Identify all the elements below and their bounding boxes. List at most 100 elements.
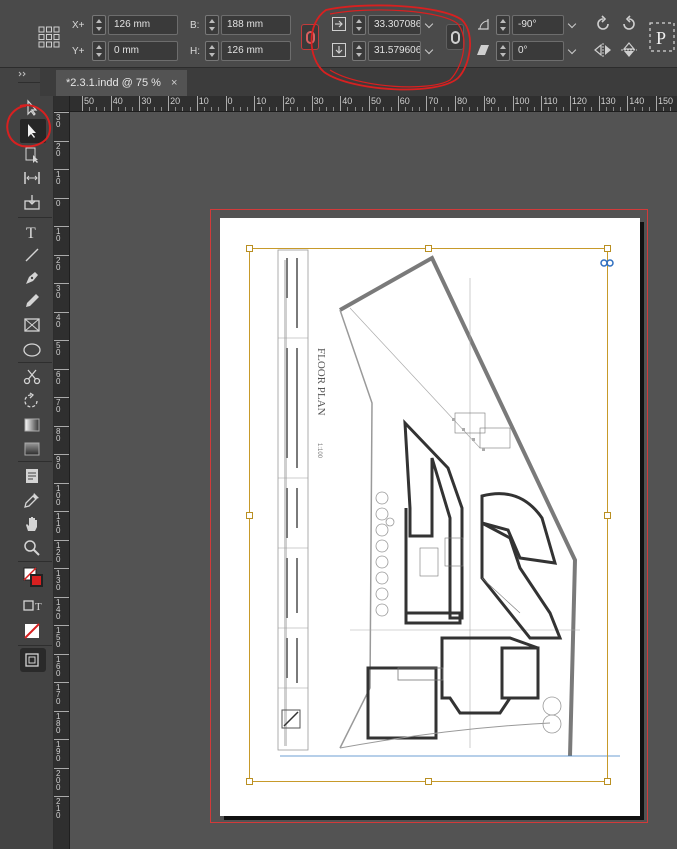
scale-x-field[interactable]: 33.3070866	[368, 15, 421, 35]
handle-bottom-center[interactable]	[425, 778, 432, 785]
line-tool-icon	[25, 248, 39, 262]
eyedropper-tool-icon	[24, 493, 39, 508]
apply-none-button[interactable]	[20, 619, 46, 643]
width-field[interactable]: 188 mm	[221, 15, 291, 35]
gap-tool[interactable]	[20, 166, 46, 190]
h-ruler-label: 20	[170, 96, 181, 106]
collapse-panel-icon[interactable]	[18, 71, 30, 77]
rotation-angle-icon	[478, 19, 489, 30]
h-ruler-tick	[311, 96, 313, 111]
scale-x-stepper[interactable]	[352, 15, 366, 35]
scale-y-icon	[332, 43, 346, 57]
scissors-tool[interactable]	[20, 365, 46, 389]
scale-y-stepper[interactable]	[352, 41, 366, 61]
v-ruler-label: 160	[56, 654, 61, 678]
handle-bottom-right[interactable]	[604, 778, 611, 785]
h-ruler-label: 80	[457, 96, 468, 106]
h-ruler-label: 140	[629, 96, 645, 106]
pencil-tool-icon	[26, 294, 39, 307]
selection-icon	[28, 124, 36, 138]
fill-stroke-swatches[interactable]	[20, 564, 46, 590]
eyedropper-tool[interactable]	[20, 488, 46, 512]
y-field[interactable]: 0 mm	[108, 41, 178, 61]
ruler-origin-corner[interactable]	[54, 96, 70, 112]
x-stepper[interactable]	[92, 15, 106, 35]
free-transform-tool[interactable]	[20, 389, 46, 413]
horizontal-ruler[interactable]: 50 40 30 20 10 0 10 20 30 40 50 60 70 80 90 100 110 120 13…	[54, 96, 677, 112]
scale-y-dropdown[interactable]	[424, 41, 436, 61]
line-tool[interactable]	[20, 243, 46, 267]
rotation-field[interactable]: -90°	[512, 15, 564, 35]
selected-image-frame[interactable]	[249, 248, 608, 782]
height-stepper[interactable]	[205, 41, 219, 61]
rotation-stepper[interactable]	[496, 15, 510, 35]
close-tab-icon[interactable]: ×	[171, 77, 177, 89]
content-collector-tool[interactable]	[20, 190, 46, 214]
p-reference-icon[interactable]: P	[649, 22, 675, 52]
gradient-swatch-tool[interactable]	[20, 413, 46, 437]
flip-horizontal-icon[interactable]	[594, 42, 612, 58]
h-ruler-tick	[282, 96, 284, 111]
tools-panel: T T	[0, 68, 54, 849]
rectangle-frame-tool[interactable]	[20, 313, 46, 337]
h-ruler-label: 10	[198, 96, 209, 106]
hand-tool[interactable]	[20, 512, 46, 536]
pencil-tool[interactable]	[20, 289, 46, 313]
h-ruler-label: 110	[543, 96, 558, 106]
vertical-ruler[interactable]: 3020100102030405060708090100110120130140…	[54, 112, 70, 849]
width-stepper[interactable]	[205, 15, 219, 35]
handle-middle-left[interactable]	[246, 512, 253, 519]
height-label: H:	[190, 46, 200, 57]
note-tool[interactable]	[20, 464, 46, 488]
constrain-scale-button[interactable]	[446, 24, 464, 50]
pen-tool[interactable]	[20, 266, 46, 290]
gradient-feather-tool[interactable]	[20, 437, 46, 461]
h-ruler-label: 40	[112, 96, 123, 106]
direct-selection-icon	[27, 99, 38, 116]
handle-top-center[interactable]	[425, 245, 432, 252]
rotate-clockwise-icon[interactable]	[594, 15, 612, 33]
note-tool-icon	[26, 469, 38, 483]
x-label: X+	[72, 20, 85, 31]
selection-tool[interactable]	[20, 119, 46, 143]
rotation-dropdown[interactable]	[567, 15, 579, 35]
shear-stepper[interactable]	[496, 41, 510, 61]
link-badge-icon[interactable]	[600, 258, 614, 268]
zoom-tool[interactable]	[20, 536, 46, 560]
height-field[interactable]: 126 mm	[221, 41, 291, 61]
h-ruler-label: 50	[371, 96, 382, 106]
v-ruler-label: 20	[56, 255, 61, 272]
direct-selection-tool[interactable]	[20, 96, 46, 120]
y-stepper[interactable]	[92, 41, 106, 61]
indesign-window: X+ 126 mm Y+ 0 mm B: 188 mm H: 126 mm 33…	[0, 0, 677, 849]
handle-top-right[interactable]	[604, 245, 611, 252]
gradient-feather-icon	[24, 442, 40, 456]
document-canvas[interactable]: FLOOR PLAN 1:100	[70, 112, 677, 849]
type-tool[interactable]: T	[20, 220, 46, 244]
page-tool[interactable]	[20, 143, 46, 167]
scale-x-dropdown[interactable]	[424, 15, 436, 35]
rotate-counterclockwise-icon[interactable]	[620, 15, 638, 33]
formatting-container-toggle[interactable]: T	[20, 595, 46, 619]
constrain-proportions-wh-button[interactable]	[301, 24, 319, 50]
screen-mode-button[interactable]	[20, 648, 46, 672]
reference-point-icon[interactable]	[38, 26, 60, 48]
x-field[interactable]: 126 mm	[108, 15, 178, 35]
shear-dropdown[interactable]	[567, 41, 579, 61]
v-ruler-label: 190	[56, 740, 61, 763]
scale-y-field[interactable]: 31.5796065	[368, 41, 421, 61]
h-ruler-tick	[569, 96, 571, 111]
flip-vertical-icon[interactable]	[620, 42, 638, 58]
handle-middle-right[interactable]	[604, 512, 611, 519]
handle-top-left[interactable]	[246, 245, 253, 252]
h-ruler-label: 70	[428, 96, 439, 106]
h-ruler-tick	[139, 96, 141, 111]
width-label: B:	[190, 20, 200, 31]
document-tab[interactable]: *2.3.1.indd @ 75 % ×	[56, 70, 188, 96]
h-ruler-label: 120	[571, 96, 587, 106]
handle-bottom-left[interactable]	[246, 778, 253, 785]
shear-field[interactable]: 0°	[512, 41, 564, 61]
h-ruler-tick	[369, 96, 370, 111]
h-ruler-label: 10	[256, 96, 267, 106]
ellipse-tool[interactable]	[20, 338, 46, 362]
